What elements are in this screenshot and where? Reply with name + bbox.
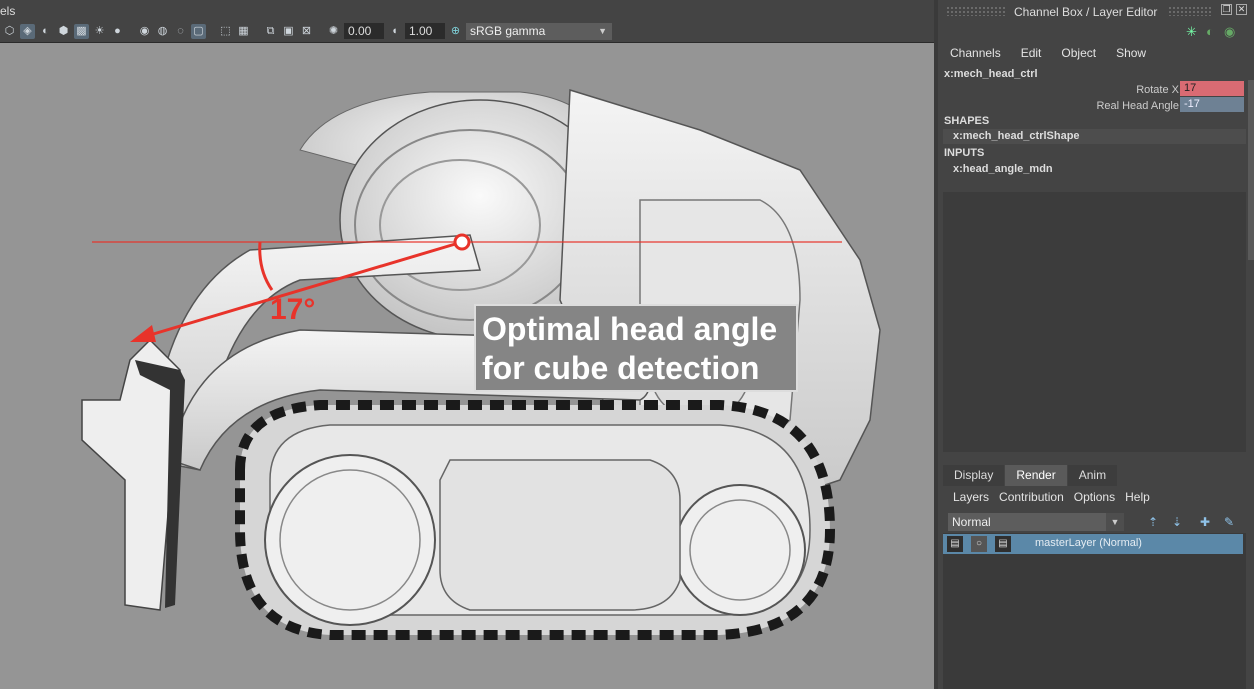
- node-name[interactable]: x:mech_head_ctrl: [944, 68, 1038, 80]
- annotation-box: Optimal head angle for cube detection: [474, 304, 798, 392]
- shape-row[interactable]: x:mech_head_ctrlShape: [943, 129, 1246, 144]
- attr-label-rotate-x[interactable]: Rotate X: [1058, 84, 1179, 96]
- annotation-line-1: Optimal head angle: [482, 311, 778, 347]
- shadows-icon[interactable]: ●: [110, 24, 125, 39]
- menu-object[interactable]: Object: [1051, 44, 1106, 62]
- attr-value-real-head-angle[interactable]: -17: [1180, 97, 1244, 112]
- attr-label-real-head-angle[interactable]: Real Head Angle: [1038, 100, 1179, 112]
- color-management-icon[interactable]: ⊕: [448, 24, 463, 39]
- isolate-select-icon[interactable]: ⬚: [218, 24, 233, 39]
- 3d-scene[interactable]: 17° Optimal head angle for cube detectio…: [0, 44, 934, 689]
- drag-grip-icon[interactable]: [1168, 6, 1213, 16]
- color-space-value: sRGB gamma: [470, 23, 546, 38]
- attr-value-rotate-x[interactable]: 17: [1180, 81, 1244, 96]
- new-layer-icon[interactable]: ✚: [1198, 515, 1212, 529]
- layer-name: masterLayer (Normal): [1035, 537, 1142, 549]
- menu-layers[interactable]: Layers: [943, 487, 994, 508]
- default-material-icon[interactable]: ⬢: [56, 24, 71, 39]
- viewport-menu-panels[interactable]: els: [0, 4, 15, 18]
- exposure-icon[interactable]: ✺: [326, 24, 341, 39]
- close-icon[interactable]: ✕: [1236, 4, 1247, 15]
- gamma-icon[interactable]: ◖: [387, 24, 402, 39]
- menu-help[interactable]: Help: [1120, 487, 1155, 508]
- angle-label: 17°: [270, 293, 316, 326]
- resolution-gate-icon[interactable]: ⧉: [263, 24, 278, 39]
- safe-area-icon[interactable]: ⊠: [299, 24, 314, 39]
- menu-channels[interactable]: Channels: [938, 44, 1011, 62]
- blend-mode-dropdown[interactable]: Normal ▼: [948, 513, 1124, 531]
- xray-icon[interactable]: ▦: [236, 24, 251, 39]
- float-window-icon[interactable]: ❐: [1221, 4, 1232, 15]
- layer-editor-tabs: Display Render Anim: [943, 465, 1118, 486]
- tab-anim[interactable]: Anim: [1067, 465, 1118, 486]
- chevron-down-icon: ▼: [598, 25, 607, 36]
- antialias-icon[interactable]: ◌: [173, 24, 188, 39]
- blend-mode-value: Normal: [952, 515, 991, 529]
- menu-options[interactable]: Options: [1069, 487, 1120, 508]
- drag-grip-icon[interactable]: [946, 6, 1006, 16]
- annotation-line-2: for cube detection: [482, 350, 760, 386]
- shaded-wire-icon[interactable]: ◐: [38, 24, 53, 39]
- textured-icon[interactable]: ▩: [74, 23, 89, 39]
- inputs-header: INPUTS: [944, 147, 985, 159]
- render-clapper-icon[interactable]: ▤: [947, 536, 963, 552]
- tab-render[interactable]: Render: [1005, 465, 1067, 486]
- menu-contribution[interactable]: Contribution: [994, 487, 1069, 508]
- wireframe-icon[interactable]: ⬡: [2, 24, 17, 39]
- shapes-header: SHAPES: [944, 115, 990, 127]
- layers-toggle-icon[interactable]: ◉: [1224, 24, 1235, 40]
- motion-blur-icon[interactable]: ◍: [155, 24, 170, 39]
- smooth-shade-icon[interactable]: ◈: [20, 23, 35, 39]
- depth-of-field-icon[interactable]: ▢: [191, 23, 206, 39]
- tab-display[interactable]: Display: [943, 465, 1005, 486]
- input-node[interactable]: x:head_angle_mdn: [953, 163, 1053, 175]
- light-icon[interactable]: ☀: [92, 24, 107, 39]
- move-layer-down-icon[interactable]: ⇣: [1170, 515, 1184, 529]
- color-space-dropdown[interactable]: sRGB gamma ▼: [466, 22, 612, 40]
- new-layer-from-selection-icon[interactable]: ✎: [1222, 515, 1236, 529]
- axis-gizmo-icon[interactable]: ✳: [1186, 24, 1197, 40]
- shape-name: x:mech_head_ctrlShape: [953, 130, 1080, 142]
- viewport-toolbar: ⬡ ◈ ◐ ⬢ ▩ ☀ ● ◉ ◍ ◌ ▢ ⬚ ▦ ⧉ ▣ ⊠ ✺ 0.00 ◖…: [0, 20, 934, 43]
- render-settings-icon[interactable]: ▤: [995, 536, 1011, 552]
- layer-list: ▤ ○ ▤ masterLayer (Normal): [943, 533, 1246, 689]
- panel-title-bar[interactable]: Channel Box / Layer Editor ❐ ✕ ✳ ◐ ◉: [938, 0, 1254, 39]
- panel-title: Channel Box / Layer Editor: [1014, 5, 1158, 19]
- layer-editor-controls: Normal ▼ ⇡ ⇣ ✚ ✎: [948, 512, 1244, 532]
- channel-box-menu: Channels Edit Object Show: [938, 44, 1248, 62]
- exposure-field[interactable]: 0.00: [344, 23, 384, 39]
- panel-scrollbar[interactable]: [1248, 80, 1254, 260]
- channel-box-empty-area: [943, 192, 1246, 452]
- menu-edit[interactable]: Edit: [1011, 44, 1052, 62]
- gamma-field[interactable]: 1.00: [405, 23, 445, 39]
- viewport-panel[interactable]: els ⬡ ◈ ◐ ⬢ ▩ ☀ ● ◉ ◍ ◌ ▢ ⬚ ▦ ⧉ ▣ ⊠ ✺ 0.…: [0, 0, 934, 689]
- layer-editor-menu: Layers Contribution Options Help: [943, 487, 1246, 508]
- chevron-down-icon: ▼: [1106, 513, 1124, 531]
- ambient-occlusion-icon[interactable]: ◉: [137, 24, 152, 39]
- move-layer-up-icon[interactable]: ⇡: [1146, 515, 1160, 529]
- channel-box-panel: Channel Box / Layer Editor ❐ ✕ ✳ ◐ ◉ Cha…: [938, 0, 1254, 689]
- menu-show[interactable]: Show: [1106, 44, 1156, 62]
- visibility-icon[interactable]: ○: [971, 536, 987, 552]
- settings-toggle-icon[interactable]: ◐: [1206, 24, 1214, 39]
- layer-row[interactable]: ▤ ○ ▤ masterLayer (Normal): [943, 534, 1243, 554]
- viewport-menu-bar: els: [0, 0, 934, 20]
- gate-mask-icon[interactable]: ▣: [281, 24, 296, 39]
